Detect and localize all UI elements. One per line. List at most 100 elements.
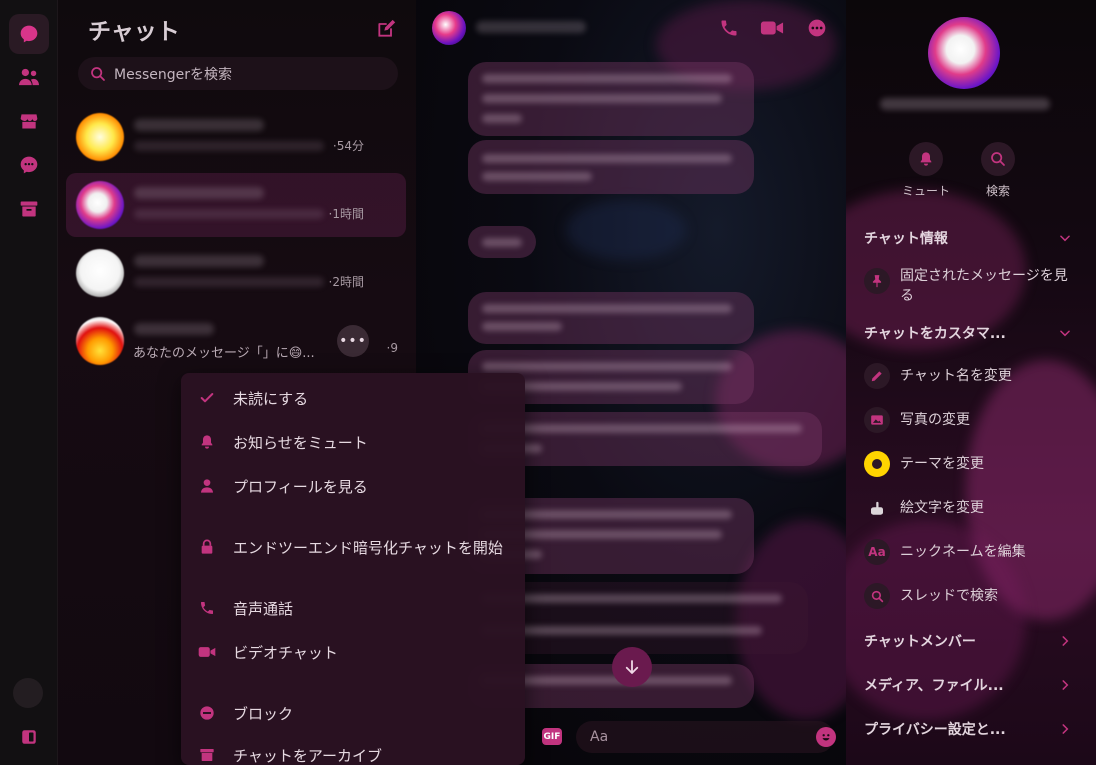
change-emoji-row[interactable]: 絵文字を変更 (864, 495, 1078, 521)
change-photo-row[interactable]: 写真の変更 (864, 407, 1078, 433)
archive-icon (197, 745, 217, 765)
chat-info-panel: ミュート 検索 チャット情報 固定されたメッセージを見る チャットをカスタマ..… (846, 0, 1096, 765)
menu-item-label: プロフィールを見る (233, 477, 368, 496)
message-bubble[interactable] (468, 226, 536, 258)
scroll-to-bottom-button[interactable] (612, 647, 652, 687)
voice-call-button[interactable] (716, 16, 742, 40)
menu-item-video-chat[interactable]: ビデオチャット (181, 632, 525, 672)
row-label: ニックネームを編集 (900, 544, 1026, 560)
marketplace-nav-button[interactable] (9, 101, 49, 141)
search-thread-row[interactable]: スレッドで検索 (864, 583, 1078, 609)
menu-item-block[interactable]: ブロック (181, 693, 525, 733)
conversation-options-button[interactable]: ••• (337, 325, 369, 357)
chat-dots-icon (20, 156, 38, 174)
phone-icon (721, 20, 737, 36)
section-media-files[interactable]: メディア、ファイル... (864, 670, 1078, 700)
change-theme-row[interactable]: テーマを変更 (864, 451, 1078, 477)
menu-item-view-profile[interactable]: プロフィールを見る (181, 466, 525, 506)
block-icon (197, 703, 217, 723)
conversation-title[interactable] (476, 21, 586, 33)
message-requests-nav-button[interactable] (9, 145, 49, 185)
conversation-item[interactable]: ·1時間 (66, 173, 406, 237)
more-horizontal-icon (808, 19, 826, 37)
section-privacy[interactable]: プライバシー設定と... (864, 714, 1078, 744)
section-title: メディア、ファイル... (864, 678, 1004, 694)
search-icon (991, 152, 1005, 166)
message-bubble[interactable] (468, 292, 754, 344)
store-icon (20, 114, 38, 129)
conversation-preview (134, 209, 324, 219)
section-title: プライバシー設定と... (864, 722, 1006, 738)
page-title: チャット (88, 19, 180, 45)
menu-item-mark-unread[interactable]: 未読にする (181, 378, 525, 418)
message-bubble[interactable] (468, 62, 754, 136)
pin-icon (864, 268, 890, 294)
search-button[interactable]: 検索 (968, 142, 1028, 199)
menu-item-label: チャットをアーカイブ (233, 747, 382, 765)
compose-icon (378, 19, 396, 37)
gif-button[interactable]: GIF (542, 728, 562, 745)
conversation-name (134, 255, 264, 267)
message-bubble[interactable] (468, 140, 754, 194)
message-input-placeholder: Aa (590, 729, 609, 745)
edit-nickname-row[interactable]: Aa ニックネームを編集 (864, 539, 1078, 565)
collapse-sidebar-button[interactable] (9, 717, 49, 757)
new-message-button[interactable] (374, 17, 398, 41)
avatar (76, 249, 124, 297)
section-customize[interactable]: チャットをカスタマ... (864, 318, 1078, 348)
chevron-down-icon (1060, 330, 1070, 337)
chevron-down-icon (1060, 235, 1070, 242)
avatar[interactable] (432, 11, 466, 45)
people-nav-button[interactable] (9, 57, 49, 97)
pinned-messages-row[interactable]: 固定されたメッセージを見る (864, 266, 1078, 306)
conversation-item[interactable]: ·2時間 (66, 241, 406, 305)
row-label: チャット名を変更 (900, 368, 1012, 384)
archive-nav-button[interactable] (9, 189, 49, 229)
chevron-right-icon (1062, 636, 1069, 646)
rename-chat-row[interactable]: チャット名を変更 (864, 363, 1078, 389)
conversation-time: ·54分 (332, 139, 364, 153)
row-label: 固定されたメッセージを見る (900, 268, 1068, 304)
user-avatar[interactable] (13, 678, 43, 708)
avatar (76, 317, 124, 365)
conversation-preview (134, 277, 324, 287)
chats-nav-button[interactable] (9, 14, 49, 54)
emoji-button[interactable] (816, 727, 836, 747)
message-input[interactable]: Aa (576, 721, 834, 753)
navigation-rail (0, 0, 58, 765)
section-members[interactable]: チャットメンバー (864, 626, 1078, 656)
avatar (76, 113, 124, 161)
conversation-preview: あなたのメッセージ「」に😄... (133, 346, 315, 361)
section-title: チャットをカスタマ... (864, 326, 1006, 342)
video-icon (197, 642, 217, 662)
chat-name (880, 98, 1050, 110)
menu-item-start-encrypted-chat[interactable]: エンドツーエンド暗号化チャットを開始 (181, 527, 525, 567)
menu-item-label: 未読にする (233, 389, 309, 408)
pencil-icon (864, 363, 890, 389)
conversation-header (416, 0, 846, 56)
people-icon (19, 68, 39, 86)
conversation-time: ·9 (386, 341, 398, 355)
conversation-time: ·2時間 (328, 275, 364, 289)
search-icon (864, 583, 890, 609)
conversation-item[interactable]: ·54分 (66, 105, 406, 169)
bell-icon (197, 432, 217, 452)
search-icon (91, 66, 105, 81)
video-call-button[interactable] (759, 16, 785, 40)
menu-item-mute[interactable]: お知らせをミュート (181, 422, 525, 462)
mute-button[interactable]: ミュート (896, 142, 956, 199)
menu-item-voice-call[interactable]: 音声通話 (181, 588, 525, 628)
row-label: テーマを変更 (900, 456, 984, 472)
menu-item-archive[interactable]: チャットをアーカイブ (181, 737, 525, 765)
avatar (76, 181, 124, 229)
search-input[interactable]: Messengerを検索 (78, 57, 398, 90)
conversation-info-button[interactable] (804, 16, 830, 40)
menu-item-label: ビデオチャット (233, 643, 338, 662)
conversation-preview (134, 141, 324, 151)
avatar (928, 17, 1000, 89)
person-icon (197, 476, 217, 496)
menu-item-label: ブロック (233, 704, 294, 723)
section-chat-info[interactable]: チャット情報 (864, 223, 1078, 253)
menu-item-label: 音声通話 (233, 599, 294, 618)
theme-icon (864, 451, 890, 477)
